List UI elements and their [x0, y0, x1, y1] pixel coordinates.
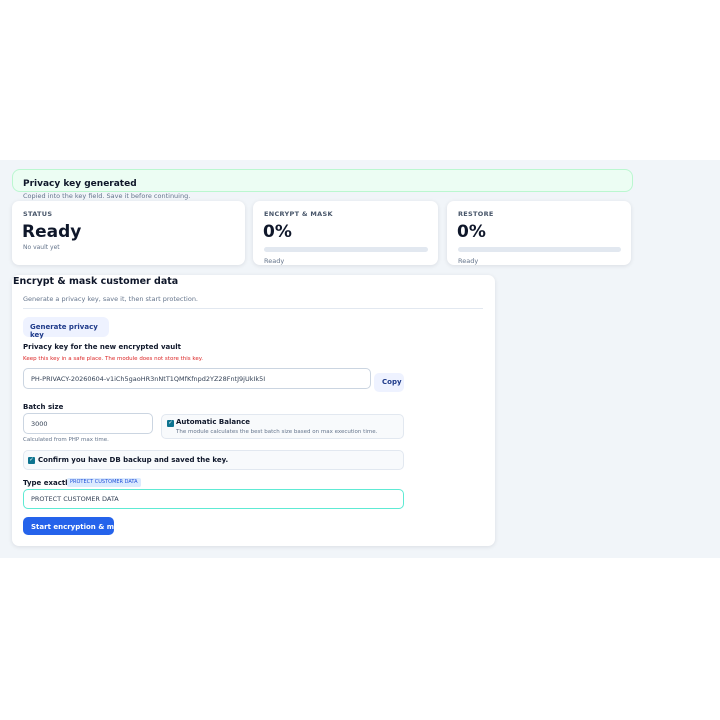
check-icon: ✓ — [29, 457, 34, 463]
encrypt-percent: 0% — [263, 222, 292, 242]
batch-size-hint: Calculated from PHP max time. — [23, 437, 109, 443]
restore-label: RESTORE — [458, 210, 494, 218]
status-card: STATUS Ready No vault yet — [12, 201, 245, 265]
required-phrase-chip: PROTECT CUSTOMER DATA — [67, 478, 141, 487]
copy-key-button[interactable]: Copy — [374, 373, 404, 392]
restore-status: Ready — [458, 257, 479, 265]
key-warning: Keep this key in a safe place. The modul… — [23, 356, 203, 362]
status-note: No vault yet — [23, 244, 60, 251]
restore-progress-bar — [458, 247, 621, 252]
confirm-backup-label: Confirm you have DB backup and saved the… — [38, 456, 229, 464]
alert-subtitle: Copied into the key field. Save it befor… — [23, 192, 191, 200]
auto-balance-label: Automatic Balance — [176, 418, 250, 426]
batch-size-label: Batch size — [23, 403, 64, 411]
status-label: STATUS — [23, 210, 53, 218]
encrypt-card: ENCRYPT & MASK 0% Ready — [253, 201, 438, 265]
generate-key-button[interactable]: Generate privacy key — [23, 317, 109, 339]
check-icon: ✓ — [168, 420, 173, 426]
encrypt-label: ENCRYPT & MASK — [264, 210, 333, 218]
auto-balance-checkbox[interactable]: ✓ — [167, 420, 174, 427]
privacy-key-input[interactable] — [23, 368, 371, 389]
panel-title: Encrypt & mask customer data — [13, 276, 179, 287]
restore-percent: 0% — [457, 222, 486, 242]
confirm-backup-checkbox[interactable]: ✓ — [28, 457, 35, 464]
divider — [23, 308, 483, 309]
alert-title: Privacy key generated — [23, 179, 137, 189]
panel-description: Generate a privacy key, save it, then st… — [23, 295, 199, 303]
start-encryption-button[interactable]: Start encryption & mask — [23, 517, 114, 535]
type-exactly-label: Type exactly — [23, 479, 73, 487]
confirmation-phrase-input[interactable] — [23, 489, 404, 509]
key-field-label: Privacy key for the new encrypted vault — [23, 343, 181, 351]
encrypt-status: Ready — [264, 257, 285, 265]
restore-card: RESTORE 0% Ready — [447, 201, 631, 265]
encrypt-progress-bar — [264, 247, 428, 252]
auto-balance-hint: The module calculates the best batch siz… — [176, 429, 378, 435]
status-value: Ready — [22, 222, 82, 242]
batch-size-input[interactable] — [23, 413, 153, 434]
